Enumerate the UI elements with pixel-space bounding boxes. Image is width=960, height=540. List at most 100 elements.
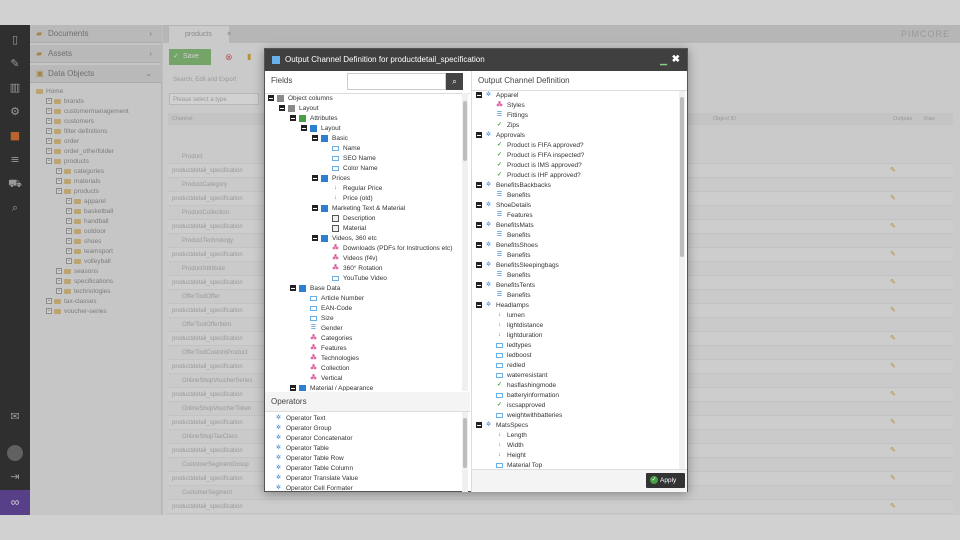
apply-button[interactable]: ✓ Apply (646, 473, 685, 488)
collapse-toggle-icon[interactable] (312, 175, 318, 182)
tree-node[interactable]: ✲ Approvals (476, 131, 525, 141)
tree-node[interactable]: ✓ Product is IMS approved? (487, 161, 582, 171)
tree-node[interactable]: ✲ Headlamps (476, 301, 529, 311)
tree-node[interactable]: ☰ Benefits (487, 191, 531, 201)
tree-node[interactable]: ☰ Benefits (487, 251, 531, 261)
tree-node[interactable]: Marketing Text & Material (312, 204, 405, 214)
tree-node[interactable]: ⁂ Videos (f4v) (323, 254, 378, 264)
collapse-toggle-icon[interactable] (290, 115, 296, 122)
tree-node[interactable]: ☰ Benefits (487, 231, 531, 241)
operator-item[interactable]: ✲ Operator Cell Formater (275, 484, 353, 492)
operators-scrollbar[interactable] (462, 412, 468, 492)
minimize-icon[interactable]: ▁ (660, 49, 667, 71)
tree-node[interactable]: ⁂ Technologies (301, 354, 359, 364)
operators-scroll-thumb[interactable] (463, 418, 467, 468)
close-icon[interactable]: ✖ (672, 49, 680, 71)
tree-node[interactable]: ↓ lightdistance (487, 321, 543, 331)
output-scrollbar[interactable] (679, 91, 685, 469)
tree-node[interactable]: Name (323, 144, 360, 154)
tree-node[interactable]: ↓ Length (487, 431, 527, 441)
tree-node[interactable]: Material / Appearance (290, 384, 373, 391)
tree-node[interactable]: weightwithbatteries (487, 411, 562, 421)
tree-node[interactable]: Material Top (487, 461, 542, 469)
tree-node[interactable]: ✲ MatsSpecs (476, 421, 528, 431)
tree-node[interactable]: ✲ BenefitsShoes (476, 241, 538, 251)
fields-search-input[interactable] (347, 73, 446, 90)
tree-node[interactable]: Size (301, 314, 334, 324)
collapse-toggle-icon[interactable] (290, 385, 296, 391)
tree-node[interactable]: ↓ Price (old) (323, 194, 373, 204)
collapse-toggle-icon[interactable] (476, 422, 482, 429)
collapse-toggle-icon[interactable] (312, 135, 318, 142)
collapse-toggle-icon[interactable] (476, 282, 482, 289)
tree-node[interactable]: ⁂ Vertical (301, 374, 343, 384)
tree-node[interactable]: Material (323, 224, 366, 234)
tree-node[interactable]: Prices (312, 174, 350, 184)
collapse-toggle-icon[interactable] (476, 182, 482, 189)
tree-node[interactable]: ledtypes (487, 341, 531, 351)
collapse-toggle-icon[interactable] (476, 92, 482, 99)
collapse-toggle-icon[interactable] (268, 95, 274, 102)
tree-node[interactable]: ☰ Gender (301, 324, 343, 334)
tree-node[interactable]: Basic (312, 134, 348, 144)
tree-node[interactable]: ⁂ Styles (487, 101, 525, 111)
fields-scroll-thumb[interactable] (463, 101, 467, 161)
tree-node[interactable]: Videos, 360 etc (312, 234, 377, 244)
collapse-toggle-icon[interactable] (476, 262, 482, 269)
collapse-toggle-icon[interactable] (476, 242, 482, 249)
tree-node[interactable]: ✓ hasflashingmode (487, 381, 556, 391)
collapse-toggle-icon[interactable] (312, 205, 318, 212)
tree-node[interactable]: ✲ BenefitsBackbacks (476, 181, 551, 191)
tree-node[interactable]: ↓ Regular Price (323, 184, 382, 194)
tree-node[interactable]: ✲ BenefitsMats (476, 221, 534, 231)
tree-node[interactable]: Color Name (323, 164, 378, 174)
tree-node[interactable]: Layout (279, 104, 319, 114)
tree-node[interactable]: ↓ lightduration (487, 331, 542, 341)
collapse-toggle-icon[interactable] (476, 132, 482, 139)
collapse-toggle-icon[interactable] (279, 105, 285, 112)
operator-item[interactable]: ✲ Operator Table Row (275, 454, 344, 464)
tree-node[interactable]: ☰ Benefits (487, 271, 531, 281)
tree-node[interactable]: ⁂ Collection (301, 364, 350, 374)
tree-node[interactable]: redled (487, 361, 525, 371)
tree-node[interactable]: YouTube Video (323, 274, 387, 284)
tree-node[interactable]: ✲ BenefitsSleepingbags (476, 261, 559, 271)
collapse-toggle-icon[interactable] (312, 235, 318, 242)
tree-node[interactable]: ✓ Product is FIFA approved? (487, 141, 584, 151)
tree-node[interactable]: EAN-Code (301, 304, 352, 314)
output-scroll-thumb[interactable] (680, 97, 684, 257)
tree-node[interactable]: ☰ Features (487, 211, 533, 221)
tree-node[interactable]: ⁂ 360° Rotation (323, 264, 383, 274)
collapse-toggle-icon[interactable] (476, 302, 482, 309)
tree-node[interactable]: waterresistant (487, 371, 547, 381)
tree-node[interactable]: Attributes (290, 114, 337, 124)
tree-node[interactable]: ⁂ Categories (301, 334, 353, 344)
tree-node[interactable]: Description (323, 214, 376, 224)
tree-node[interactable]: ✓ Product is IHF approved? (487, 171, 581, 181)
tree-node[interactable]: ☰ Benefits (487, 291, 531, 301)
operator-item[interactable]: ✲ Operator Translate Value (275, 474, 358, 484)
fields-scrollbar[interactable] (462, 93, 468, 391)
operator-item[interactable]: ✲ Operator Table Column (275, 464, 353, 474)
tree-node[interactable]: ✲ BenefitsTents (476, 281, 535, 291)
tree-node[interactable]: Object columns (268, 94, 333, 104)
collapse-toggle-icon[interactable] (476, 222, 482, 229)
tree-node[interactable]: Base Data (290, 284, 340, 294)
tree-node[interactable]: ↓ lumen (487, 311, 525, 321)
operator-item[interactable]: ✲ Operator Group (275, 424, 332, 434)
tree-node[interactable]: Article Number (301, 294, 364, 304)
operator-item[interactable]: ✲ Operator Concatenator (275, 434, 353, 444)
tree-node[interactable]: ☰ Fittings (487, 111, 528, 121)
collapse-toggle-icon[interactable] (290, 285, 296, 292)
operator-item[interactable]: ✲ Operator Table (275, 444, 329, 454)
tree-node[interactable]: ✓ Zips (487, 121, 519, 131)
operator-item[interactable]: ✲ Operator Text (275, 414, 325, 424)
tree-node[interactable]: ↓ Height (487, 451, 526, 461)
tree-node[interactable]: batteryinformation (487, 391, 559, 401)
tree-node[interactable]: ⁂ Features (301, 344, 347, 354)
tree-node[interactable]: ⁂ Downloads (PDFs for Instructions etc) (323, 244, 453, 254)
tree-node[interactable]: ✓ Product is FIFA inspected? (487, 151, 584, 161)
collapse-toggle-icon[interactable] (476, 202, 482, 209)
tree-node[interactable]: ✲ ShoeDetails (476, 201, 531, 211)
tree-node[interactable]: SEO Name (323, 154, 376, 164)
